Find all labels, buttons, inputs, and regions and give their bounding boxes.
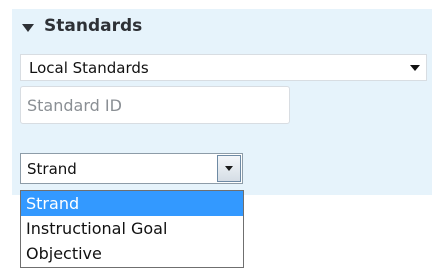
- dropdown-arrow-icon[interactable]: [410, 65, 420, 71]
- option-objective[interactable]: Objective: [21, 241, 243, 266]
- local-standards-select-value: Local Standards: [29, 58, 149, 77]
- strand-options-list: Strand Instructional Goal Objective: [20, 190, 244, 268]
- strand-select[interactable]: Strand: [20, 153, 243, 184]
- strand-select-toggle-button[interactable]: [217, 155, 241, 182]
- option-strand[interactable]: Strand: [21, 191, 243, 216]
- standards-section-header[interactable]: Standards: [22, 13, 142, 39]
- strand-select-value: Strand: [27, 160, 77, 178]
- local-standards-select[interactable]: Local Standards: [20, 54, 427, 81]
- caret-down-icon[interactable]: [22, 23, 34, 32]
- section-title: Standards: [44, 16, 143, 36]
- standard-id-input[interactable]: [20, 86, 290, 124]
- chevron-down-icon: [225, 166, 233, 171]
- option-instructional-goal[interactable]: Instructional Goal: [21, 216, 243, 241]
